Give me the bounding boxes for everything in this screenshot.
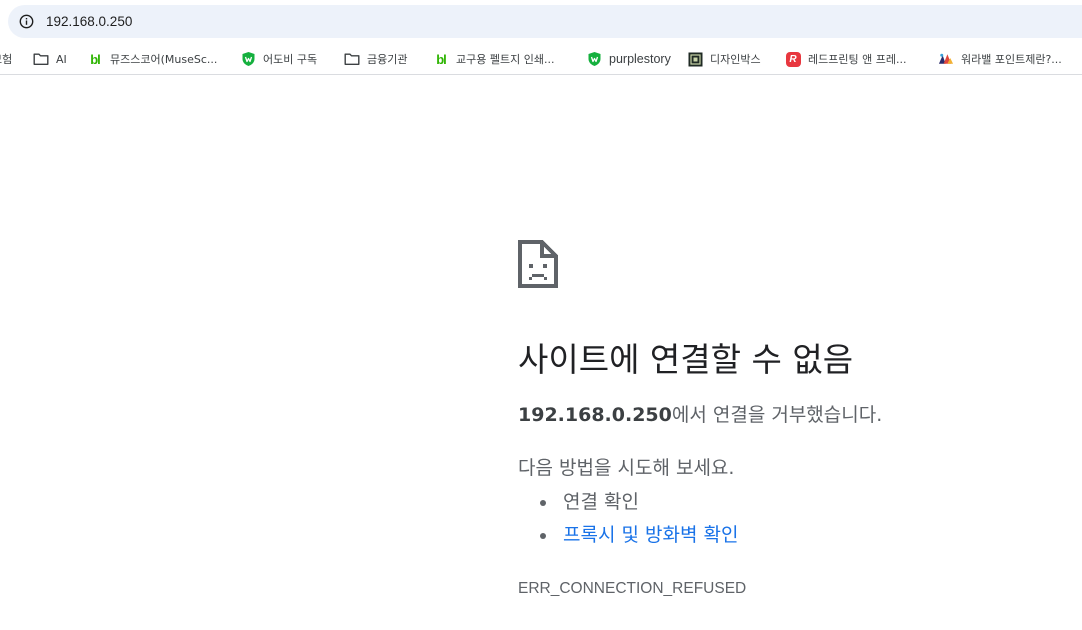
bookmark-label: 어도비 구독 [263,53,318,66]
browser-toolbar: 192.168.0.250 [0,0,1082,44]
bookmark-label: 모험 [0,53,13,66]
bookmark-item[interactable]: bl 교구용 펠트지 인쇄... [433,44,554,74]
worklife-icon [938,51,954,67]
bookmark-item[interactable]: 모험 [0,44,12,74]
blog-icon: bl [436,51,447,67]
suggestion-check-connection: 연결 확인 [518,486,738,519]
bookmark-label: 디자인박스 [710,53,761,66]
designbox-icon [687,51,703,67]
redprinting-icon: R [785,51,801,67]
shield-icon [586,51,602,67]
suggestions-heading: 다음 방법을 시도해 보세요. [518,457,735,479]
bookmark-folder-ai[interactable]: AI [33,44,67,74]
error-description: 192.168.0.250에서 연결을 거부했습니다. [518,402,882,428]
suggestions-list: 연결 확인 프록시 및 방화벽 확인 [518,486,738,552]
bookmark-label: 뮤즈스코어(MuseSc... [110,53,218,66]
folder-icon [344,51,360,67]
blog-icon: bl [90,51,101,67]
bookmark-item[interactable]: 워라밸 포인트제란?... [938,44,1062,74]
bookmark-label: 금융기관 [367,53,408,66]
address-bar[interactable]: 192.168.0.250 [8,5,1082,38]
error-host: 192.168.0.250 [518,404,672,426]
bookmark-item[interactable]: 어도비 구독 [240,44,317,74]
suggestion-check-proxy-firewall-link[interactable]: 프록시 및 방화벽 확인 [518,519,738,552]
error-code: ERR_CONNECTION_REFUSED [518,580,747,597]
error-title: 사이트에 연결할 수 없음 [518,340,854,379]
bookmarks-bar: 모험 AI bl 뮤즈스코어(MuseSc... 어도비 구독 금융기관 bl … [0,44,1082,75]
error-description-text: 에서 연결을 거부했습니다. [671,404,883,426]
bookmark-item[interactable]: R 레드프린팅 앤 프레... [785,44,906,74]
bookmark-folder[interactable]: 금융기관 [344,44,407,74]
info-icon[interactable] [19,14,34,29]
bookmark-item[interactable]: bl 뮤즈스코어(MuseSc... [87,44,217,74]
bookmark-item[interactable]: purplestory [586,44,671,74]
bookmark-item[interactable]: 디자인박스 [687,44,761,74]
shield-icon [240,51,256,67]
folder-icon [33,51,49,67]
bookmark-label: purplestory [609,52,671,66]
address-bar-url[interactable]: 192.168.0.250 [46,13,132,30]
bookmark-label: 교구용 펠트지 인쇄... [456,53,555,66]
bookmark-label: 레드프린팅 앤 프레... [808,53,907,66]
bookmark-label: 워라밸 포인트제란?... [961,53,1062,66]
bookmark-label: AI [56,52,67,66]
sad-page-icon [518,240,558,288]
